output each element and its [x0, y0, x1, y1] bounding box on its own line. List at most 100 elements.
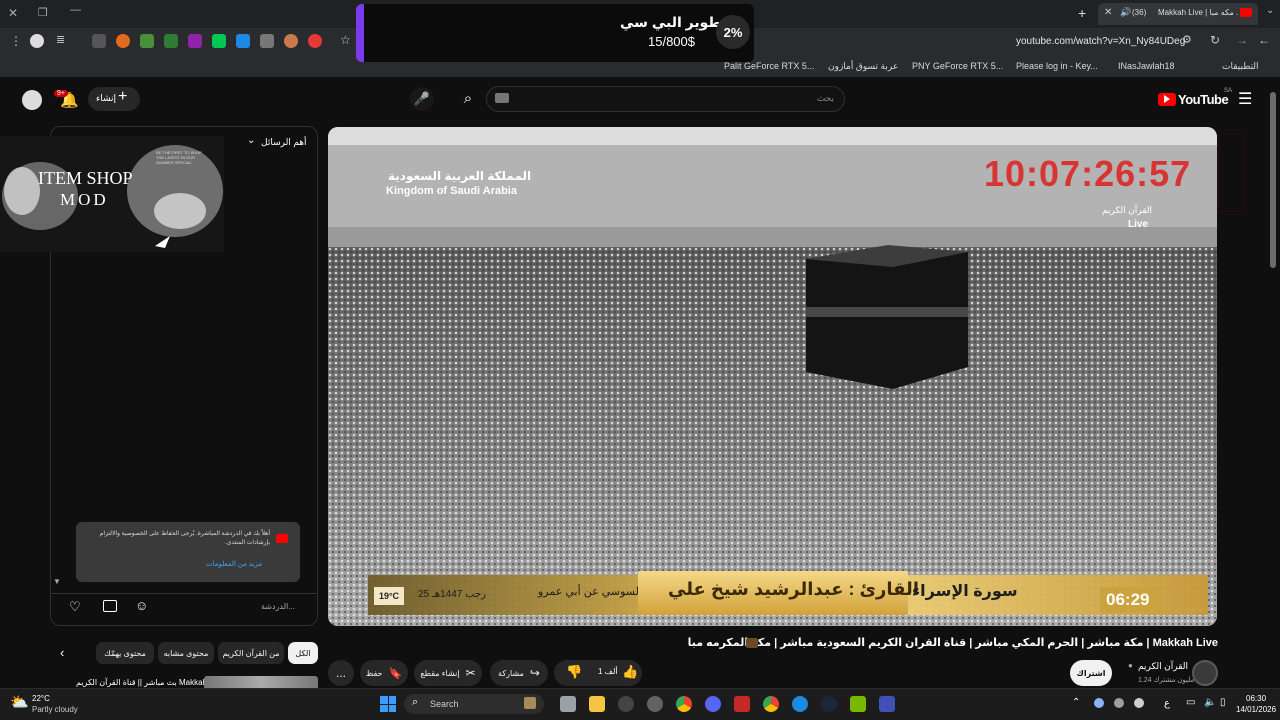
extension-icon[interactable]	[188, 34, 202, 48]
tray-overflow-icon[interactable]: ⌃	[1072, 697, 1080, 708]
youtube-play-icon	[1164, 95, 1170, 103]
app-icon[interactable]	[734, 696, 750, 712]
app-icon[interactable]	[618, 696, 634, 712]
edge-icon[interactable]	[792, 696, 808, 712]
extension-icon[interactable]	[116, 34, 130, 48]
network-icon[interactable]: ▭	[1186, 697, 1195, 708]
new-tab-icon[interactable]: +	[1078, 5, 1086, 21]
forward-icon[interactable]: →	[1236, 33, 1248, 47]
menu-dots-icon[interactable]: ⋮	[10, 34, 22, 48]
related-thumbnail[interactable]	[204, 676, 318, 688]
reading-list-icon[interactable]: ≣	[56, 33, 65, 46]
clock-date[interactable]: 14/01/2026	[1236, 705, 1276, 714]
clip-button[interactable]: إنشاء مقطع ✂	[414, 660, 482, 686]
extension-icon[interactable]	[212, 34, 226, 48]
nvidia-icon[interactable]	[850, 696, 866, 712]
dislike-icon[interactable]: 👎	[566, 664, 582, 680]
task-view-icon[interactable]	[560, 696, 576, 712]
restore-window-icon[interactable]: ❐	[38, 6, 48, 19]
reload-icon[interactable]: ↻	[1210, 33, 1220, 47]
bookmark-item[interactable]: عربة تسوق أمازون	[828, 61, 898, 72]
scroll-down-icon[interactable]: ▼	[53, 577, 61, 586]
search-input[interactable]: بحث	[486, 86, 845, 112]
extension-icon[interactable]	[284, 34, 298, 48]
heart-icon[interactable]: ♡	[69, 599, 81, 615]
video-player[interactable]: المملكة العربية السعودية Kingdom of Saud…	[328, 127, 1217, 626]
start-button-icon[interactable]	[380, 696, 396, 712]
verified-icon: ●	[1128, 661, 1133, 670]
chat-header-title[interactable]: أهم الرسائل	[261, 137, 307, 148]
super-chat-icon[interactable]	[103, 600, 117, 612]
chip-quran[interactable]: من القرآن الكريم	[218, 642, 284, 664]
bookmark-star-icon[interactable]: ☆	[340, 33, 351, 47]
chips-prev-icon[interactable]: ‹	[60, 645, 64, 660]
discord-icon[interactable]	[705, 696, 721, 712]
bookmark-item[interactable]: INasJawlah18	[1118, 61, 1175, 71]
bookmark-apps[interactable]: التطبيقات	[1222, 61, 1259, 72]
taskbar-search[interactable]: ⌕ Search	[404, 694, 544, 714]
channel-name[interactable]: القرآن الكريم	[1138, 661, 1188, 672]
bookmark-item[interactable]: Please log in - Key...	[1016, 61, 1098, 71]
chip-similar[interactable]: محتوى مشابه	[158, 642, 214, 664]
save-button[interactable]: حفظ 🔖	[360, 660, 408, 686]
subscribe-button[interactable]: اشتراك	[1070, 660, 1112, 686]
chrome-alt-icon[interactable]	[763, 696, 779, 712]
tray-icon[interactable]	[1134, 698, 1144, 708]
keyboard-icon[interactable]	[495, 93, 509, 103]
app-icon[interactable]	[879, 696, 895, 712]
avatar[interactable]	[22, 90, 42, 110]
page-settings-icon[interactable]: ⚙	[1182, 33, 1192, 46]
weather-temp[interactable]: 22°C	[32, 694, 50, 703]
profile-icon[interactable]	[30, 34, 44, 48]
bookmark-item[interactable]: Palit GeForce RTX 5...	[724, 61, 814, 71]
tray-icon[interactable]	[1114, 698, 1124, 708]
chat-welcome-notice: أهلاً بك في الدردشة المباشرة. يُرجى الحف…	[76, 522, 300, 582]
related-title[interactable]: بث مباشر || قناة القرآن الكريم Makkah	[76, 678, 207, 687]
url-text[interactable]: youtube.com/watch?v=Xn_Ny84UDeg	[1016, 36, 1185, 47]
more-actions-button[interactable]: ...	[328, 660, 354, 686]
like-icon[interactable]: 👍	[622, 664, 638, 680]
notice-text: أهلاً بك في الدردشة المباشرة. يُرجى الحف…	[99, 531, 270, 546]
tab-count: (36)	[1132, 8, 1147, 17]
extension-icon[interactable]	[308, 34, 322, 48]
taskbar-search-icon: ⌕	[412, 696, 419, 708]
close-window-icon[interactable]: ✕	[8, 6, 18, 20]
extension-icon[interactable]	[164, 34, 178, 48]
notice-more-link[interactable]: مزيد من المعلومات	[206, 560, 262, 568]
create-button[interactable]: إنشاء +	[88, 87, 140, 111]
weather-icon[interactable]: ⛅	[10, 693, 29, 711]
back-icon[interactable]: ←	[1258, 33, 1270, 47]
emoji-icon[interactable]: ☺	[135, 598, 148, 613]
clock-time[interactable]: 06:30	[1246, 694, 1266, 703]
hamburger-menu-icon[interactable]: ☰	[1238, 89, 1252, 109]
page-scrollbar[interactable]	[1270, 92, 1276, 268]
extension-icon[interactable]	[92, 34, 106, 48]
search-button-icon[interactable]: ⌕	[456, 87, 480, 111]
channel-avatar[interactable]	[1192, 660, 1218, 686]
settings-icon[interactable]	[647, 696, 663, 712]
tab-audio-icon: 🔊	[1120, 7, 1132, 17]
voice-search-icon[interactable]: 🎤	[410, 87, 434, 111]
tray-icon[interactable]	[1094, 698, 1104, 708]
steam-icon[interactable]	[821, 696, 837, 712]
tab-close-icon[interactable]: ✕	[1104, 7, 1112, 18]
active-tab[interactable]: ✕ 🔊 (36) Makkah Live | مكه مبا ...	[1098, 3, 1258, 25]
bookmark-item[interactable]: PNY GeForce RTX 5...	[912, 61, 1003, 71]
volume-icon[interactable]: 🔈	[1204, 697, 1216, 708]
file-explorer-icon[interactable]	[589, 696, 605, 712]
extension-icon[interactable]	[236, 34, 250, 48]
chrome-icon[interactable]	[676, 696, 692, 712]
share-button[interactable]: مشاركة ↪	[490, 660, 548, 686]
tab-overflow-icon[interactable]: ⌄	[1266, 5, 1274, 16]
chip-for-you[interactable]: محتوى يهمّك	[96, 642, 154, 664]
extension-icon[interactable]	[140, 34, 154, 48]
chat-input[interactable]: الدردشة...	[261, 602, 295, 611]
chevron-down-icon[interactable]: ⌄	[247, 135, 255, 146]
chip-all[interactable]: الكل	[288, 642, 318, 664]
clip-label: إنشاء مقطع	[420, 668, 460, 678]
extension-icon[interactable]	[260, 34, 274, 48]
minimize-window-icon[interactable]: —	[70, 4, 81, 16]
battery-icon[interactable]: ▯	[1220, 697, 1226, 708]
share-icon: ↪	[529, 666, 540, 680]
language-indicator[interactable]: ع	[1164, 698, 1170, 709]
